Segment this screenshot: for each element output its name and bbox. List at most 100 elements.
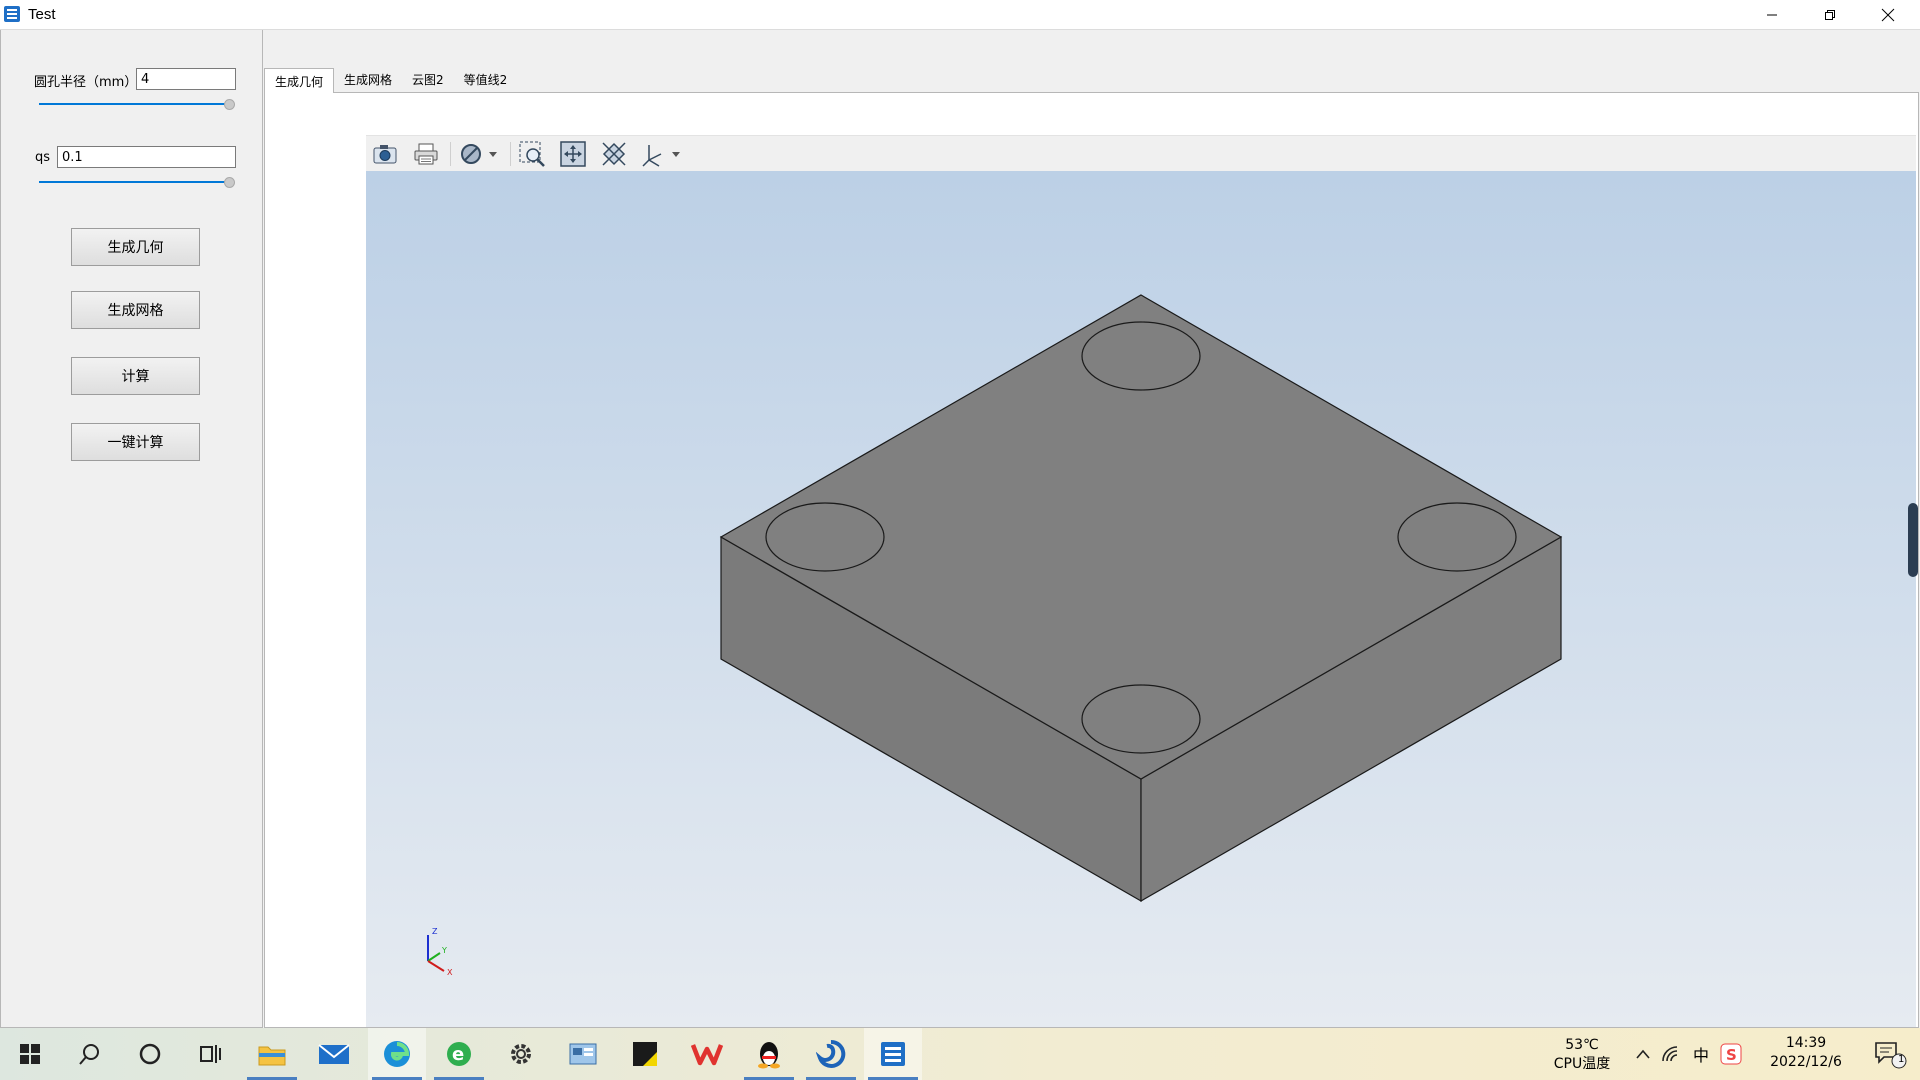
axis-z-label: Z	[432, 927, 438, 936]
restore-icon	[1825, 9, 1835, 20]
taskbar-edge[interactable]	[368, 1028, 426, 1080]
edge-icon	[384, 1041, 410, 1067]
side-scroll-handle[interactable]	[1908, 503, 1918, 577]
hole-bottom	[1081, 684, 1201, 754]
generate-geometry-button[interactable]: 生成几何	[71, 228, 200, 266]
cpu-temp-value: 53℃	[1565, 1037, 1599, 1053]
svg-text:S: S	[1726, 1046, 1737, 1064]
notification-count: 1	[1898, 1054, 1905, 1065]
taskbar: e 53℃ CPU温度 中 S 14:39 2022/12/6 1	[0, 1028, 1920, 1080]
clock-date: 2022/12/6	[1770, 1054, 1842, 1070]
hole-top	[1081, 321, 1201, 391]
network-button[interactable]	[1658, 1028, 1684, 1080]
tab-isolines[interactable]: 等值线2	[454, 68, 518, 91]
qs-slider-thumb[interactable]	[224, 177, 235, 188]
windows-start-icon	[20, 1044, 40, 1064]
clock[interactable]: 14:39 2022/12/6	[1760, 1034, 1852, 1072]
control-panel-icon	[569, 1043, 597, 1065]
ime-indicator[interactable]: 中	[1688, 1028, 1714, 1080]
wifi-icon	[1662, 1046, 1678, 1062]
show-hidden-icons-button[interactable]	[1630, 1028, 1656, 1080]
taskbar-wps[interactable]	[678, 1028, 736, 1080]
notification-center-button[interactable]: 1	[1866, 1028, 1914, 1080]
file-explorer-icon	[258, 1046, 286, 1066]
sticky-notes-icon	[633, 1042, 657, 1066]
close-icon	[1881, 8, 1895, 21]
axis-view-icon	[642, 145, 680, 167]
cortana-button[interactable]	[121, 1028, 179, 1080]
start-button[interactable]	[1, 1028, 59, 1080]
viewer-toolbar	[366, 135, 1916, 172]
taskbar-file-explorer[interactable]	[243, 1028, 301, 1080]
3d-viewport[interactable]: Z Y X	[366, 171, 1916, 1027]
minimize-button[interactable]	[1743, 0, 1801, 29]
cpu-temperature-widget[interactable]: 53℃ CPU温度	[1540, 1036, 1624, 1074]
wps-icon	[691, 1044, 723, 1066]
qs-slider[interactable]	[39, 176, 235, 188]
plate-with-holes-model	[719, 294, 1563, 903]
print-button[interactable]	[411, 139, 441, 169]
app-swirl-icon	[816, 1039, 846, 1068]
tab-generate-mesh[interactable]: 生成网格	[334, 68, 402, 91]
taskbar-ie[interactable]: e	[430, 1028, 488, 1080]
title-bar: Test	[0, 0, 1920, 30]
fit-selection-icon	[602, 142, 626, 166]
taskbar-settings[interactable]	[492, 1028, 550, 1080]
camera-icon	[373, 145, 397, 164]
ime-label: 中	[1692, 1046, 1709, 1065]
window-title: Test	[28, 6, 56, 23]
search-icon	[79, 1044, 99, 1065]
qq-icon	[758, 1042, 780, 1069]
taskbar-search[interactable]	[61, 1028, 119, 1080]
chevron-up-icon	[1636, 1049, 1650, 1059]
app-icon	[4, 6, 20, 22]
one-click-compute-button[interactable]: 一键计算	[71, 423, 200, 461]
task-view-button[interactable]	[181, 1028, 239, 1080]
tab-generate-geometry[interactable]: 生成几何	[264, 68, 335, 93]
screenshot-button[interactable]	[370, 139, 400, 169]
minimize-icon	[1767, 14, 1777, 15]
taskbar-qq[interactable]	[740, 1028, 798, 1080]
compute-button[interactable]: 计算	[71, 357, 200, 395]
display-style-icon	[461, 144, 497, 164]
mail-icon	[318, 1044, 350, 1064]
taskbar-swirl-app[interactable]	[802, 1028, 860, 1080]
sogou-ime-button[interactable]: S	[1717, 1028, 1745, 1080]
display-style-dropdown[interactable]	[457, 139, 505, 169]
close-button[interactable]	[1859, 0, 1917, 29]
task-view-icon	[200, 1045, 221, 1063]
qs-label: qs	[35, 150, 51, 165]
radius-slider[interactable]	[39, 98, 235, 110]
taskbar-control-panel[interactable]	[554, 1028, 612, 1080]
ie-icon: e	[447, 1042, 471, 1066]
axis-y-label: Y	[441, 946, 447, 955]
chevron-down-icon	[489, 152, 497, 157]
taskbar-sticky-notes[interactable]	[616, 1028, 674, 1080]
parameter-panel: 圆孔半径（mm） qs 生成几何 生成网格 计算 一键计算	[0, 30, 263, 1028]
fit-all-button[interactable]	[558, 139, 588, 169]
cortana-icon	[139, 1043, 161, 1065]
test-app-icon	[881, 1042, 905, 1066]
generate-mesh-button[interactable]: 生成网格	[71, 291, 200, 329]
tab-strip: 生成几何 生成网格 云图2 等值线2	[264, 68, 518, 93]
sogou-icon: S	[1720, 1043, 1742, 1065]
axis-view-dropdown[interactable]	[638, 139, 686, 169]
zoom-area-button[interactable]	[517, 139, 547, 169]
axis-triad: Z Y X	[427, 927, 453, 977]
settings-icon	[511, 1044, 531, 1064]
cpu-temp-label: CPU温度	[1553, 1056, 1611, 1072]
radius-label: 圆孔半径（mm）	[34, 75, 138, 90]
taskbar-mail[interactable]	[305, 1028, 363, 1080]
svg-text:e: e	[452, 1044, 464, 1065]
tab-contour-plot[interactable]: 云图2	[402, 68, 454, 91]
hole-left	[765, 502, 885, 572]
radius-slider-thumb[interactable]	[224, 99, 235, 110]
restore-button[interactable]	[1801, 0, 1859, 29]
fit-all-icon	[560, 141, 586, 167]
clock-time: 14:39	[1785, 1035, 1827, 1051]
print-icon	[414, 143, 438, 165]
taskbar-test-app[interactable]	[864, 1028, 922, 1080]
fit-selection-button[interactable]	[599, 139, 629, 169]
qs-input[interactable]	[57, 146, 236, 168]
radius-input[interactable]	[136, 68, 236, 90]
